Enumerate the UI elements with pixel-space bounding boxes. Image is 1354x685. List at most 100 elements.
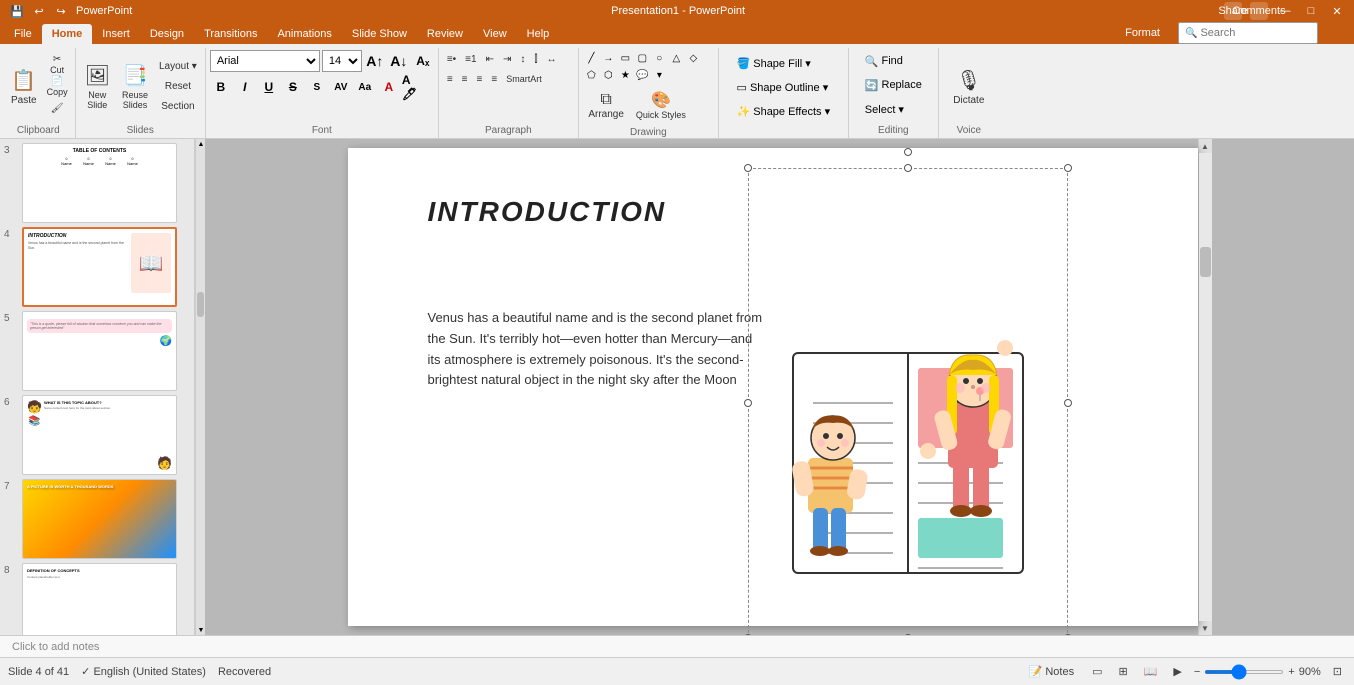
- handle-tc[interactable]: [904, 164, 912, 172]
- zoom-in-icon[interactable]: +: [1288, 666, 1294, 678]
- shape-triangle[interactable]: △: [668, 50, 684, 66]
- smart-art-button[interactable]: SmartArt: [502, 70, 546, 88]
- bold-button[interactable]: B: [210, 76, 232, 98]
- tab-transitions[interactable]: Transitions: [194, 24, 267, 44]
- image-container[interactable]: [748, 168, 1068, 635]
- shape-arrow[interactable]: →: [600, 50, 616, 66]
- tab-design[interactable]: Design: [140, 24, 194, 44]
- highlight-button[interactable]: A🖊: [401, 76, 423, 98]
- line-spacing-button[interactable]: ↕: [516, 50, 529, 68]
- shape-circle[interactable]: ○: [651, 50, 667, 66]
- decrease-indent-button[interactable]: ⇤: [482, 50, 498, 68]
- shape-pentagon[interactable]: ⬠: [583, 67, 599, 83]
- replace-button[interactable]: 🔄 Replace: [858, 74, 929, 96]
- comments-button[interactable]: Comments: [1250, 2, 1268, 20]
- zoom-range[interactable]: [1204, 670, 1284, 674]
- slide-item-8[interactable]: 8 DEFINITION OF CONCEPTS Content placeho…: [4, 563, 190, 635]
- tab-insert[interactable]: Insert: [92, 24, 140, 44]
- shape-outline-button[interactable]: ▭ Shape Outline ▾: [730, 76, 838, 98]
- maximize-button[interactable]: □: [1302, 2, 1320, 20]
- change-case-button[interactable]: Aa: [354, 76, 376, 98]
- shape-star[interactable]: ★: [617, 67, 633, 83]
- section-button[interactable]: Section: [155, 98, 201, 116]
- tab-review[interactable]: Review: [417, 24, 473, 44]
- reuse-slides-button[interactable]: 📑 ReuseSlides: [117, 58, 153, 116]
- handle-tr[interactable]: [1064, 164, 1072, 172]
- slide-canvas[interactable]: INTRODUCTION Venus has a beautiful name …: [348, 148, 1198, 626]
- slide-item-3[interactable]: 3 TABLE OF CONTENTS ☺Name ☺Name ☺Name ☺N…: [4, 143, 190, 223]
- slideshow-button[interactable]: ▶: [1169, 663, 1185, 680]
- slide-item-6[interactable]: 6 🧒 📚 WHAT IS THIS TOPIC ABOUT? Some con…: [4, 395, 190, 475]
- font-size-select[interactable]: 14: [322, 50, 362, 72]
- align-center-button[interactable]: ≡: [458, 70, 472, 88]
- scroll-down-button[interactable]: ▼: [1198, 621, 1212, 635]
- close-button[interactable]: ✕: [1328, 2, 1346, 20]
- handle-br[interactable]: [1064, 634, 1072, 635]
- shape-rect[interactable]: ▭: [617, 50, 633, 66]
- char-spacing-button[interactable]: AV: [330, 76, 352, 98]
- dictate-button[interactable]: 🎙 Dictate: [948, 58, 989, 116]
- align-left-button[interactable]: ≡: [443, 70, 457, 88]
- tab-home[interactable]: Home: [42, 24, 93, 44]
- minimize-button[interactable]: —: [1276, 2, 1294, 20]
- scroll-up-button[interactable]: ▲: [1198, 139, 1212, 153]
- slide-item-5[interactable]: 5 "This is a quote, please full of wisdo…: [4, 311, 190, 391]
- italic-button[interactable]: I: [234, 76, 256, 98]
- tab-view[interactable]: View: [473, 24, 517, 44]
- notes-toggle[interactable]: 📝 Notes: [1023, 663, 1080, 680]
- justify-button[interactable]: ≡: [487, 70, 501, 88]
- underline-button[interactable]: U: [258, 76, 280, 98]
- tab-format[interactable]: Format: [1115, 24, 1170, 44]
- shape-effects-button[interactable]: ✨ Shape Effects ▾: [730, 100, 838, 122]
- copy-button[interactable]: 📄 Copy: [44, 77, 71, 97]
- columns-button[interactable]: ⫿: [530, 50, 541, 68]
- arrange-button[interactable]: ⧉ Arrange: [583, 85, 629, 125]
- rotate-handle[interactable]: [904, 148, 912, 156]
- handle-bl[interactable]: [744, 634, 752, 635]
- search-bar[interactable]: 🔍: [1178, 22, 1318, 44]
- tab-help[interactable]: Help: [517, 24, 560, 44]
- handle-bc[interactable]: [904, 634, 912, 635]
- format-painter-button[interactable]: 🖌: [44, 99, 71, 119]
- shape-hexagon[interactable]: ⬡: [600, 67, 616, 83]
- new-slide-button[interactable]: 🖼 NewSlide: [80, 58, 115, 116]
- handle-ml[interactable]: [744, 399, 752, 407]
- clear-format-button[interactable]: Aₓ: [412, 50, 434, 72]
- slide-item-4[interactable]: 4 INTRODUCTION Venus has a beautiful nam…: [4, 227, 190, 307]
- redo-button[interactable]: ↪: [52, 2, 70, 20]
- shape-rounded-rect[interactable]: ▢: [634, 50, 650, 66]
- select-button[interactable]: Select ▾: [858, 98, 929, 120]
- quick-styles-button[interactable]: 🎨 Quick Styles: [631, 85, 691, 125]
- align-right-button[interactable]: ≡: [473, 70, 487, 88]
- shape-fill-button[interactable]: 🪣 Shape Fill ▾: [730, 52, 838, 74]
- save-button[interactable]: 💾: [8, 2, 26, 20]
- shape-more[interactable]: ▾: [651, 67, 667, 83]
- canvas-vertical-scrollbar[interactable]: ▲ ▼: [1198, 139, 1212, 635]
- increase-indent-button[interactable]: ⇥: [499, 50, 515, 68]
- scroll-thumb[interactable]: [1200, 247, 1211, 277]
- font-color-button[interactable]: A: [378, 76, 400, 98]
- shape-callout[interactable]: 💬: [634, 67, 650, 83]
- fit-to-window-button[interactable]: ⊡: [1329, 663, 1346, 680]
- tab-animations[interactable]: Animations: [267, 24, 341, 44]
- increase-font-button[interactable]: A↑: [364, 50, 386, 72]
- handle-mr[interactable]: [1064, 399, 1072, 407]
- numbering-button[interactable]: ≡1: [461, 50, 480, 68]
- decrease-font-button[interactable]: A↓: [388, 50, 410, 72]
- slide-sorter-button[interactable]: ⊞: [1114, 663, 1131, 680]
- font-face-select[interactable]: Arial: [210, 50, 320, 72]
- reading-view-button[interactable]: 📖: [1140, 663, 1162, 680]
- text-direction-button[interactable]: ↔: [543, 50, 561, 68]
- undo-button[interactable]: ↩: [30, 2, 48, 20]
- slide-item-7[interactable]: 7 A PICTURE IS WORTH A THOUSAND WORDS: [4, 479, 190, 559]
- slide-panel-scrollbar[interactable]: ▲ ▼: [195, 139, 205, 635]
- notes-bar[interactable]: Click to add notes: [0, 635, 1354, 657]
- handle-tl[interactable]: [744, 164, 752, 172]
- search-input[interactable]: [1200, 27, 1300, 39]
- normal-view-button[interactable]: ▭: [1088, 663, 1106, 680]
- tab-slideshow[interactable]: Slide Show: [342, 24, 417, 44]
- find-button[interactable]: 🔍 Find: [858, 50, 929, 72]
- tab-file[interactable]: File: [4, 24, 42, 44]
- shape-diamond[interactable]: ◇: [685, 50, 701, 66]
- strikethrough-button[interactable]: S: [282, 76, 304, 98]
